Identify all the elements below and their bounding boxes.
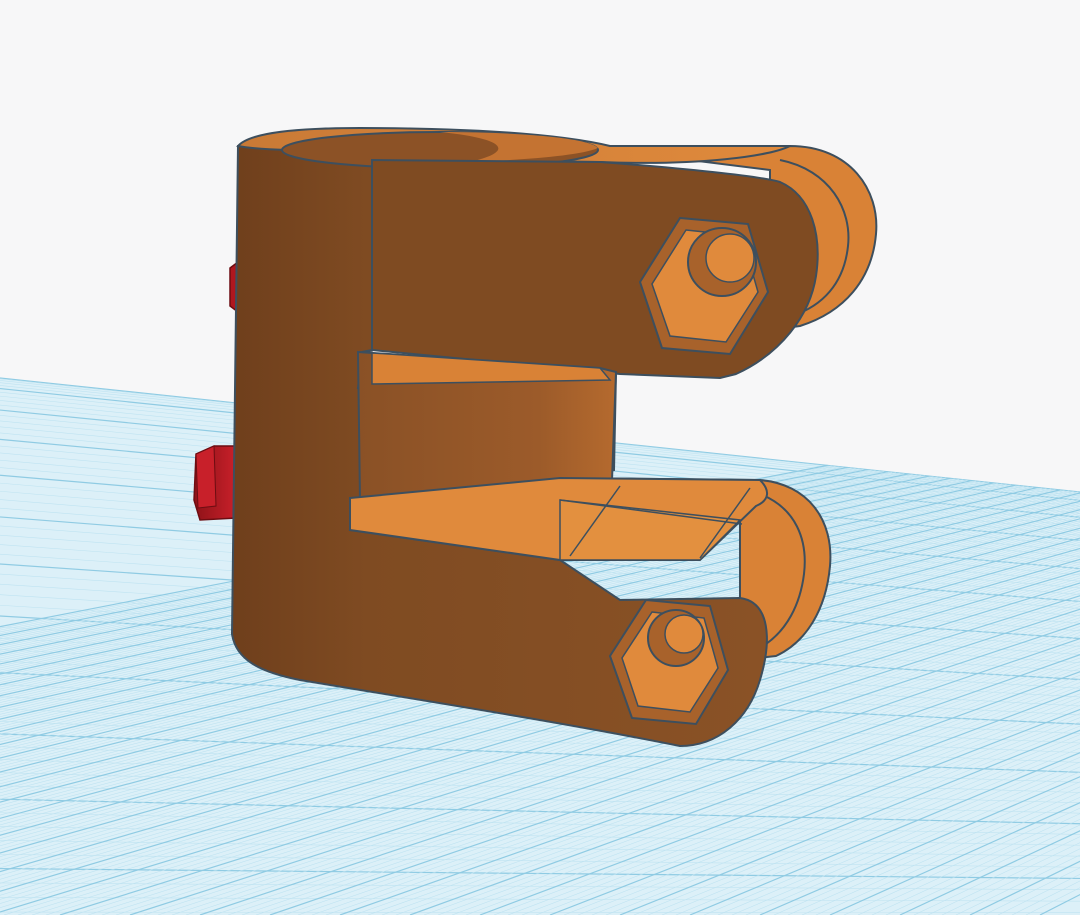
3d-viewport[interactable] bbox=[0, 0, 1080, 915]
bolt-head-icon bbox=[195, 445, 217, 509]
viewport-canvas[interactable] bbox=[0, 0, 1080, 915]
bolt-hole-inner bbox=[664, 614, 704, 654]
bolt-hole-inner bbox=[705, 233, 755, 283]
